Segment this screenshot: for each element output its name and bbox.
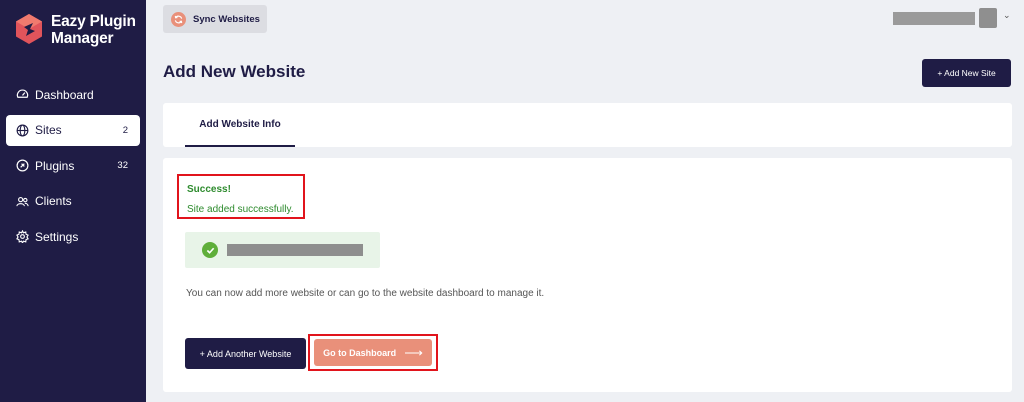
sidebar-item-label: Dashboard <box>35 87 94 102</box>
avatar[interactable] <box>979 8 997 28</box>
content-card: Success! Site added successfully. You ca… <box>163 158 1012 392</box>
alert-title: Success! <box>187 184 231 195</box>
user-name-redacted[interactable] <box>893 12 975 25</box>
site-url-redacted <box>227 244 363 256</box>
sites-count-badge: 2 <box>122 124 128 136</box>
sidebar-item-label: Settings <box>35 229 79 244</box>
add-another-website-button[interactable]: + Add Another Website <box>185 338 306 369</box>
globe-icon <box>16 124 29 137</box>
sidebar-item-dashboard[interactable]: Dashboard <box>6 79 140 110</box>
sidebar-nav: Dashboard Sites 2 Plugins 32 Clients Set… <box>0 79 146 257</box>
logo-icon <box>16 14 42 44</box>
sidebar: Eazy Plugin Manager Dashboard Sites 2 Pl… <box>0 0 146 402</box>
brand-name: Eazy Plugin Manager <box>51 13 136 47</box>
brand[interactable]: Eazy Plugin Manager <box>16 13 136 47</box>
sidebar-item-label: Plugins <box>35 158 75 173</box>
success-alert: Success! Site added successfully. <box>177 174 305 219</box>
chevron-down-icon[interactable]: ⌄ <box>1003 10 1011 21</box>
info-text: You can now add more website or can go t… <box>186 288 545 299</box>
plugin-icon <box>16 159 29 172</box>
users-icon <box>16 195 29 208</box>
add-new-site-button[interactable]: + Add New Site <box>922 59 1011 87</box>
added-site-row <box>185 232 380 268</box>
check-circle-icon <box>202 242 218 258</box>
sync-websites-label: Sync Websites <box>193 13 260 25</box>
go-to-dashboard-label: Go to Dashboard <box>323 347 397 358</box>
highlight-box: Go to Dashboard ⟶ <box>308 334 438 371</box>
sidebar-item-settings[interactable]: Settings <box>6 221 140 252</box>
page-title: Add New Website <box>163 62 306 81</box>
sync-icon <box>171 11 186 27</box>
tabs-card: Add Website Info <box>163 103 1012 147</box>
sync-websites-button[interactable]: Sync Websites <box>163 5 267 33</box>
alert-message: Site added successfully. <box>187 204 294 215</box>
arrow-right-icon: ⟶ <box>404 344 423 360</box>
go-to-dashboard-button[interactable]: Go to Dashboard ⟶ <box>314 339 432 366</box>
plugins-count-badge: 32 <box>117 160 128 171</box>
gear-icon <box>16 230 29 243</box>
tab-add-website-info[interactable]: Add Website Info <box>185 103 295 147</box>
sidebar-item-label: Clients <box>35 194 72 208</box>
gauge-icon <box>16 88 29 101</box>
sidebar-item-clients[interactable]: Clients <box>6 186 140 217</box>
sidebar-item-sites[interactable]: Sites 2 <box>6 114 140 146</box>
sidebar-item-label: Sites <box>35 123 62 137</box>
sidebar-item-plugins[interactable]: Plugins 32 <box>6 150 140 181</box>
